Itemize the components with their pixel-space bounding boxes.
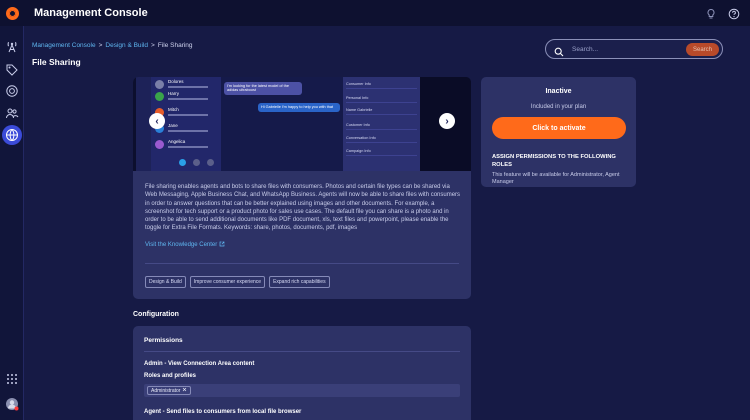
- search-icon: [554, 44, 564, 57]
- carousel-dot[interactable]: [179, 159, 186, 166]
- chat-bubble-outgoing: Hi Gabrielle I'm happy to help you with …: [258, 103, 340, 112]
- knowledge-center-link[interactable]: Visit the Knowledge Center: [145, 241, 225, 249]
- app-logo-icon[interactable]: [0, 0, 24, 26]
- broadcast-icon[interactable]: [5, 40, 19, 54]
- carousel-dot[interactable]: [207, 159, 214, 166]
- apps-grid-icon[interactable]: [5, 372, 19, 386]
- people-icon[interactable]: [5, 106, 19, 120]
- divider: [144, 351, 460, 352]
- role-chip-administrator: Administrator: [147, 386, 192, 395]
- tag-icon[interactable]: [5, 63, 19, 77]
- help-icon[interactable]: [728, 7, 740, 20]
- tag-design-build[interactable]: Design & Build: [145, 276, 186, 288]
- permissions-title: Permissions: [144, 337, 183, 344]
- close-icon[interactable]: [182, 387, 187, 394]
- search-button[interactable]: Search: [686, 43, 719, 56]
- search-bar: Search: [545, 39, 723, 59]
- knowledge-center-link-text[interactable]: Visit the Knowledge Center: [145, 242, 217, 248]
- carousel-mock-info-panel: Consumer Info Personal Info Name Gabriel…: [343, 77, 420, 171]
- plan-text: Included in your plan: [530, 104, 587, 110]
- tag-expand-rich-capabilities[interactable]: Expand rich capabilities: [269, 276, 330, 288]
- breadcrumb-separator: >: [151, 42, 155, 49]
- feature-description: File sharing enables agents and bots to …: [145, 184, 461, 232]
- admin-permission-label: Admin - View Connection Area content: [144, 361, 255, 367]
- agent-permission-label: Agent - Send files to consumers from loc…: [144, 409, 302, 415]
- panel-item: Campaign Info: [346, 146, 417, 156]
- breadcrumb-current: File Sharing: [157, 42, 193, 49]
- activate-button[interactable]: Click to activate: [492, 117, 626, 139]
- carousel-dots: [179, 159, 214, 166]
- tag-improve-consumer-experience[interactable]: Improve consumer experience: [189, 276, 266, 288]
- breadcrumb: Management Console > Design & Build > Fi…: [32, 42, 193, 49]
- globe-icon[interactable]: [2, 125, 22, 145]
- avatar[interactable]: [5, 397, 19, 411]
- bulb-icon[interactable]: [705, 7, 717, 19]
- assign-permissions-heading: ASSIGN PERMISSIONS TO THE FOLLOWING ROLE…: [492, 154, 616, 168]
- chat-bubble-incoming: I'm looking for the latest model of the …: [224, 82, 302, 95]
- divider: [145, 263, 459, 264]
- carousel-next-button[interactable]: ›: [439, 113, 455, 129]
- panel-item: Consumer Info: [346, 79, 417, 89]
- panel-item: Conversation Info: [346, 133, 417, 143]
- external-link-icon: [219, 241, 225, 249]
- top-bar: Management Console: [0, 0, 750, 26]
- panel-item: Name Gabrielle: [346, 105, 417, 115]
- roles-profiles-label: Roles and profiles: [144, 373, 197, 379]
- roles-select[interactable]: Administrator: [144, 384, 460, 397]
- app-title: Management Console: [34, 7, 148, 19]
- screenshot-carousel: Dolores Harry Mitch Jane Angelica I'm lo…: [133, 77, 471, 171]
- breadcrumb-separator: >: [98, 42, 103, 49]
- permissions-card: Permissions Admin - View Connection Area…: [133, 326, 471, 420]
- sidebar: [0, 26, 24, 420]
- breadcrumb-management-console[interactable]: Management Console: [32, 42, 96, 49]
- tag-list: Design & Build Improve consumer experien…: [145, 276, 330, 288]
- list-item: Angelica: [155, 137, 217, 155]
- role-chip-label: Administrator: [151, 387, 181, 394]
- carousel-dot[interactable]: [193, 159, 200, 166]
- page-title: File Sharing: [32, 57, 81, 67]
- configuration-heading: Configuration: [133, 311, 179, 318]
- carousel-prev-button[interactable]: ‹: [149, 113, 165, 129]
- activation-card: Inactive Included in your plan Click to …: [481, 77, 636, 187]
- carousel-mock-chat: I'm looking for the latest model of the …: [221, 77, 343, 171]
- breadcrumb-design-build[interactable]: Design & Build: [105, 42, 148, 49]
- panel-item: Personal Info: [346, 93, 417, 103]
- panel-item: Customer Info: [346, 120, 417, 130]
- search-input[interactable]: [572, 42, 672, 56]
- target-icon[interactable]: [5, 84, 19, 98]
- assign-permissions-text: This feature will be available for Admin…: [492, 172, 620, 185]
- status-title: Inactive: [545, 88, 572, 95]
- feature-card: Dolores Harry Mitch Jane Angelica I'm lo…: [133, 77, 471, 299]
